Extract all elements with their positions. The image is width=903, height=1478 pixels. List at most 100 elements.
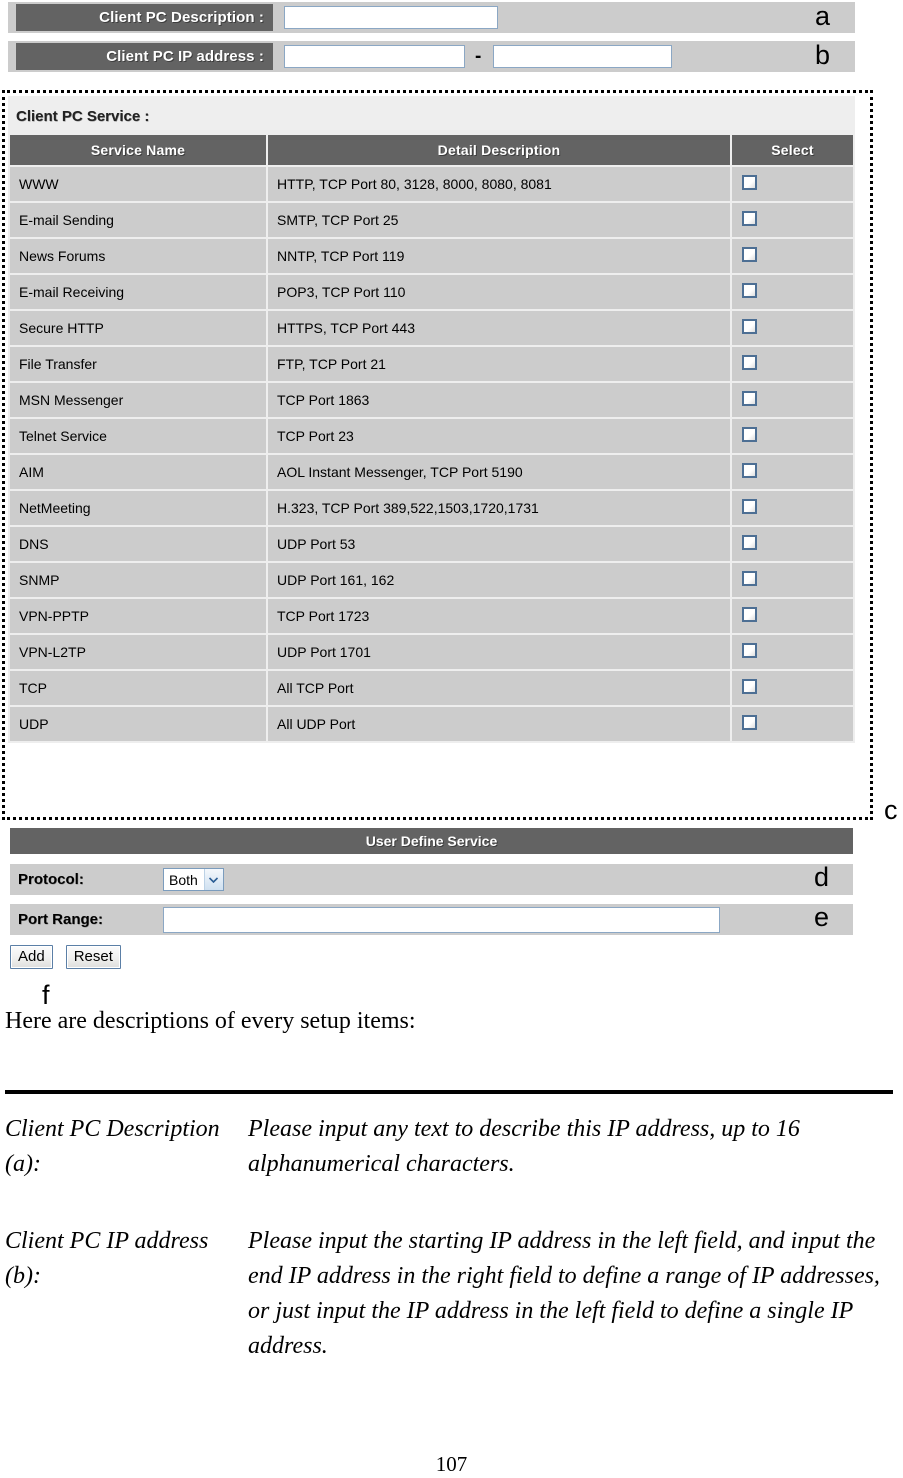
service-select-checkbox[interactable]	[742, 427, 757, 442]
service-name-cell: SNMP	[10, 563, 266, 597]
detail-description-cell: AOL Instant Messenger, TCP Port 5190	[268, 455, 730, 489]
detail-description-cell: HTTPS, TCP Port 443	[268, 311, 730, 345]
detail-description-cell: All UDP Port	[268, 707, 730, 741]
client-pc-description-row: Client PC Description :	[8, 2, 855, 33]
table-row: VPN-L2TP UDP Port 1701	[10, 635, 853, 669]
client-pc-service-caption: Client PC Service :	[16, 108, 150, 125]
select-cell	[732, 275, 853, 309]
service-table: Service Name Detail Description Select W…	[8, 133, 855, 743]
description-term-a: Client PC Description (a):	[5, 1116, 220, 1177]
panel-footer-background	[8, 930, 855, 985]
table-row: AIM AOL Instant Messenger, TCP Port 5190	[10, 455, 853, 489]
service-name-cell: VPN-L2TP	[10, 635, 266, 669]
table-row: VPN-PPTP TCP Port 1723	[10, 599, 853, 633]
annotation-marker-c: c	[884, 795, 898, 825]
service-select-checkbox[interactable]	[742, 283, 757, 298]
detail-description-cell: TCP Port 1723	[268, 599, 730, 633]
column-header-service-name: Service Name	[10, 135, 266, 165]
service-name-cell: NetMeeting	[10, 491, 266, 525]
annotation-marker-b: b	[815, 40, 831, 70]
chevron-down-icon	[203, 869, 223, 890]
protocol-select[interactable]: Both	[163, 868, 224, 891]
protocol-select-value: Both	[169, 871, 198, 888]
table-row: File Transfer FTP, TCP Port 21	[10, 347, 853, 381]
column-header-detail-description: Detail Description	[268, 135, 730, 165]
client-pc-description-input[interactable]	[284, 6, 498, 29]
annotation-marker-a: a	[815, 1, 831, 31]
table-row: TCP All TCP Port	[10, 671, 853, 705]
service-name-cell: MSN Messenger	[10, 383, 266, 417]
table-row: Secure HTTP HTTPS, TCP Port 443	[10, 311, 853, 345]
service-select-checkbox[interactable]	[742, 643, 757, 658]
service-select-checkbox[interactable]	[742, 355, 757, 370]
service-select-checkbox[interactable]	[742, 715, 757, 730]
service-name-cell: AIM	[10, 455, 266, 489]
select-cell	[732, 347, 853, 381]
description-definition-a: Please input any text to describe this I…	[248, 1116, 800, 1177]
client-pc-ip-start-input[interactable]	[284, 45, 465, 68]
table-row: WWW HTTP, TCP Port 80, 3128, 8000, 8080, …	[10, 167, 853, 201]
description-definition-b: Please input the starting IP address in …	[248, 1228, 880, 1359]
service-name-cell: E-mail Sending	[10, 203, 266, 237]
service-select-checkbox[interactable]	[742, 607, 757, 622]
select-cell	[732, 311, 853, 345]
service-select-checkbox[interactable]	[742, 211, 757, 226]
detail-description-cell: All TCP Port	[268, 671, 730, 705]
protocol-label: Protocol:	[10, 864, 153, 895]
detail-description-cell: UDP Port 161, 162	[268, 563, 730, 597]
client-pc-ip-address-label: Client PC IP address :	[16, 43, 273, 70]
select-cell	[732, 527, 853, 561]
select-cell	[732, 563, 853, 597]
detail-description-cell: SMTP, TCP Port 25	[268, 203, 730, 237]
service-select-checkbox[interactable]	[742, 175, 757, 190]
client-pc-ip-address-row: Client PC IP address : -	[8, 41, 855, 72]
port-range-row: Port Range:	[10, 904, 853, 935]
annotation-marker-e: e	[814, 902, 830, 932]
table-row: Telnet Service TCP Port 23	[10, 419, 853, 453]
service-name-cell: News Forums	[10, 239, 266, 273]
page-number: 107	[435, 1452, 468, 1476]
client-pc-ip-end-input[interactable]	[493, 45, 673, 68]
table-row: E-mail Sending SMTP, TCP Port 25	[10, 203, 853, 237]
service-select-checkbox[interactable]	[742, 571, 757, 586]
service-select-checkbox[interactable]	[742, 247, 757, 262]
service-select-checkbox[interactable]	[742, 463, 757, 478]
table-row: DNS UDP Port 53	[10, 527, 853, 561]
service-name-cell: Secure HTTP	[10, 311, 266, 345]
detail-description-cell: HTTP, TCP Port 80, 3128, 8000, 8080, 808…	[268, 167, 730, 201]
table-row: NetMeeting H.323, TCP Port 389,522,1503,1…	[10, 491, 853, 525]
select-cell	[732, 455, 853, 489]
detail-description-cell: NNTP, TCP Port 119	[268, 239, 730, 273]
table-row: News Forums NNTP, TCP Port 119	[10, 239, 853, 273]
reset-button[interactable]: Reset	[65, 945, 121, 969]
service-name-cell: Telnet Service	[10, 419, 266, 453]
annotation-marker-f: f	[42, 980, 50, 1010]
service-name-cell: UDP	[10, 707, 266, 741]
service-name-cell: File Transfer	[10, 347, 266, 381]
detail-description-cell: H.323, TCP Port 389,522,1503,1720,1731	[268, 491, 730, 525]
table-row: UDP All UDP Port	[10, 707, 853, 741]
protocol-field: Both	[153, 864, 853, 895]
select-cell	[732, 383, 853, 417]
service-select-checkbox[interactable]	[742, 319, 757, 334]
select-cell	[732, 239, 853, 273]
service-name-cell: WWW	[10, 167, 266, 201]
table-row: MSN Messenger TCP Port 1863	[10, 383, 853, 417]
service-select-checkbox[interactable]	[742, 535, 757, 550]
port-range-input[interactable]	[163, 906, 720, 933]
ip-range-separator: -	[475, 45, 482, 67]
service-select-checkbox[interactable]	[742, 499, 757, 514]
select-cell	[732, 707, 853, 741]
service-select-checkbox[interactable]	[742, 391, 757, 406]
horizontal-rule	[5, 1090, 893, 1094]
service-name-cell: VPN-PPTP	[10, 599, 266, 633]
add-button[interactable]: Add	[10, 945, 53, 969]
service-table-body: WWW HTTP, TCP Port 80, 3128, 8000, 8080, …	[10, 167, 853, 741]
service-name-cell: E-mail Receiving	[10, 275, 266, 309]
client-pc-description-label: Client PC Description :	[16, 4, 273, 31]
detail-description-cell: UDP Port 1701	[268, 635, 730, 669]
description-term-b: Client PC IP address (b):	[5, 1228, 209, 1289]
user-define-service-buttons: Add Reset	[10, 945, 121, 969]
service-select-checkbox[interactable]	[742, 679, 757, 694]
select-cell	[732, 599, 853, 633]
